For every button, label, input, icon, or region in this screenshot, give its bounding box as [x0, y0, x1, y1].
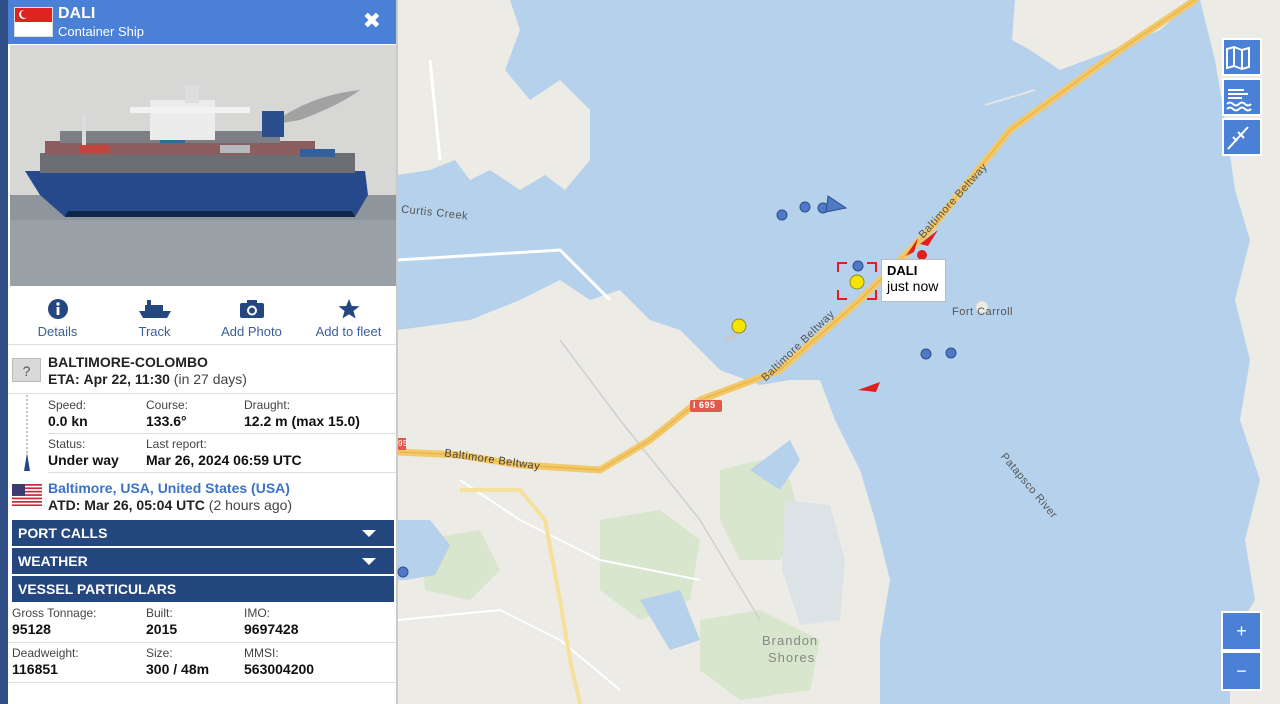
- zoom-in-button[interactable]: +: [1221, 611, 1262, 651]
- built-label: Built:: [146, 606, 173, 620]
- vessel-name: DALI: [58, 5, 96, 22]
- gross-tonnage-label: Gross Tonnage:: [12, 606, 97, 620]
- tooltip-vessel-name: DALI: [887, 263, 918, 278]
- port-calls-title: PORT CALLS: [18, 525, 108, 541]
- eta-line: ETA: Apr 22, 11:30 (in 27 days): [48, 371, 247, 387]
- add-to-fleet-button[interactable]: Add to fleet: [301, 289, 396, 339]
- built-value: 2015: [146, 621, 178, 637]
- draught-cell: Draught: 12.2 m (max 15.0): [244, 398, 360, 429]
- vessel-particulars-section[interactable]: VESSEL PARTICULARS: [12, 576, 394, 602]
- speed-value: 0.0 kn: [48, 413, 88, 429]
- vessel-actions: Details Track Add Photo Add to fleet: [8, 289, 396, 345]
- map-label-i95: 95: [398, 439, 408, 448]
- departure-port-link[interactable]: Baltimore, USA, United States (USA): [48, 480, 290, 496]
- last-report-value: Mar 26, 2024 06:59 UTC: [146, 452, 302, 468]
- unknown-flag-icon: ?: [12, 358, 41, 382]
- imo-label: IMO:: [244, 606, 270, 620]
- map-icon: [1226, 45, 1250, 71]
- deadweight-cell: Deadweight: 116851: [12, 646, 79, 677]
- panel-header: DALI Container Ship ✖: [8, 0, 396, 44]
- last-report-cell: Last report: Mar 26, 2024 06:59 UTC: [146, 437, 302, 468]
- atd-value: Mar 26, 05:04 UTC: [84, 497, 205, 513]
- chevron-down-icon: [362, 530, 376, 537]
- imo-value: 9697428: [244, 621, 299, 637]
- size-label: Size:: [146, 646, 173, 660]
- course-value: 133.6°: [146, 413, 187, 429]
- draught-label: Draught:: [244, 398, 291, 412]
- add-to-fleet-label: Add to fleet: [315, 324, 382, 339]
- camera-icon: [239, 300, 264, 318]
- mmsi-value: 563004200: [244, 661, 315, 677]
- particulars-row-2: Deadweight: 116851 Size: 300 / 48m MMSI:…: [8, 643, 396, 683]
- voyage-route: ? BALTIMORE-COLOMBO ETA: Apr 22, 11:30 (…: [8, 352, 396, 394]
- track-label: Track: [138, 324, 171, 339]
- atd-label: ATD:: [48, 497, 81, 513]
- vessel-type: Container Ship: [58, 24, 144, 39]
- gross-tonnage-cell: Gross Tonnage: 95128: [12, 606, 97, 637]
- speed-cell: Speed: 0.0 kn: [48, 398, 88, 429]
- vessel-tooltip[interactable]: DALI just now: [881, 259, 946, 302]
- particulars-row-1: Gross Tonnage: 95128 Built: 2015 IMO: 96…: [8, 603, 396, 643]
- status-label: Status:: [48, 437, 86, 451]
- gross-tonnage-value: 95128: [12, 621, 51, 637]
- route-text: BALTIMORE-COLOMBO: [48, 354, 208, 370]
- measure-tool-button[interactable]: [1222, 118, 1262, 156]
- voyage-progress-indicator: [24, 395, 30, 471]
- eta-relative: (in 27 days): [173, 371, 247, 387]
- draught-value: 12.2 m (max 15.0): [244, 413, 360, 429]
- map-layer-button[interactable]: [1222, 38, 1262, 76]
- deadweight-label: Deadweight:: [12, 646, 79, 660]
- deadweight-value: 116851: [12, 661, 58, 677]
- last-report-label: Last report:: [146, 437, 207, 451]
- eta-label: ETA:: [48, 371, 80, 387]
- map-label-brandon: Brandon: [762, 633, 819, 648]
- vessel-info-panel: DALI Container Ship ✖ Details Track Add …: [0, 0, 397, 704]
- weather-layer-button[interactable]: [1222, 78, 1262, 116]
- ship-track-icon: [138, 300, 171, 318]
- mmsi-label: MMSI:: [244, 646, 279, 660]
- vessel-photo[interactable]: [10, 45, 397, 286]
- map-label-fort-carroll: Fort Carroll: [952, 306, 1014, 318]
- wind-waves-icon: [1226, 89, 1252, 112]
- chevron-down-icon: [362, 558, 376, 565]
- add-photo-button[interactable]: Add Photo: [204, 289, 299, 339]
- compass-icon: [1227, 126, 1249, 150]
- size-cell: Size: 300 / 48m: [146, 646, 209, 677]
- eta-value: Apr 22, 11:30: [83, 371, 170, 387]
- port-calls-section[interactable]: PORT CALLS: [12, 520, 394, 546]
- track-button[interactable]: Track: [107, 289, 202, 339]
- usa-flag-icon: [12, 484, 42, 506]
- tooltip-time: just now: [887, 278, 939, 294]
- zoom-out-button[interactable]: −: [1221, 651, 1262, 691]
- departure-port-row: Baltimore, USA, United States (USA) ATD:…: [8, 477, 396, 517]
- atd-line: ATD: Mar 26, 05:04 UTC (2 hours ago): [48, 497, 292, 513]
- status-row: Status: Under way Last report: Mar 26, 2…: [48, 435, 396, 473]
- status-value: Under way: [48, 452, 119, 468]
- speed-label: Speed:: [48, 398, 87, 412]
- close-icon[interactable]: ✖: [363, 10, 381, 32]
- singapore-flag-icon: [14, 7, 53, 37]
- course-cell: Course: 133.6°: [146, 398, 188, 429]
- details-button[interactable]: Details: [10, 289, 105, 339]
- imo-cell: IMO: 9697428: [244, 606, 299, 637]
- atd-relative: (2 hours ago): [208, 497, 293, 513]
- mmsi-cell: MMSI: 563004200: [244, 646, 314, 677]
- weather-section[interactable]: WEATHER: [12, 548, 394, 574]
- panel-edge: [0, 0, 8, 704]
- weather-title: WEATHER: [18, 553, 88, 569]
- map-label-shores: Shores: [768, 650, 816, 665]
- star-icon: [338, 299, 359, 319]
- navigation-stats-row: Speed: 0.0 kn Course: 133.6° Draught: 12…: [48, 396, 396, 434]
- add-photo-label: Add Photo: [221, 324, 282, 339]
- course-label: Course:: [146, 398, 189, 412]
- built-cell: Built: 2015: [146, 606, 177, 637]
- details-label: Details: [37, 324, 78, 339]
- vessel-particulars-title: VESSEL PARTICULARS: [18, 581, 177, 597]
- status-cell: Status: Under way: [48, 437, 119, 468]
- size-value: 300 / 48m: [146, 661, 210, 677]
- info-icon: [47, 299, 68, 319]
- map-label-i695: I 695: [693, 400, 716, 410]
